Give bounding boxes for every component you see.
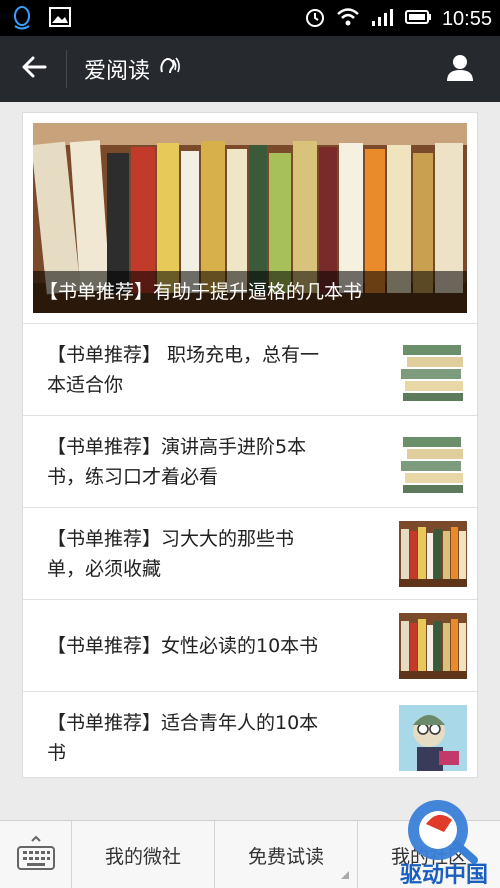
book-stack-thumbnail (399, 429, 467, 495)
status-bar: 10:55 (0, 0, 500, 36)
article-title: 【书单推荐】 职场充电，总有一 本适合你 (47, 344, 320, 396)
list-item[interactable]: 【书单推荐】女性必读的10本书 (23, 599, 479, 691)
alarm-icon (304, 6, 326, 32)
tab-free-trial[interactable]: 免费试读 (215, 821, 358, 888)
keyboard-icon (14, 833, 58, 877)
list-item[interactable]: 【书单推荐】演讲高手进阶5本 书，练习口才着必看 (23, 415, 479, 507)
profile-icon (445, 52, 475, 86)
page-title: 爱阅读 (84, 53, 180, 85)
back-arrow-icon (21, 56, 47, 82)
article-title: 【书单推荐】演讲高手进阶5本 书，练习口才着必看 (47, 436, 307, 488)
feature-article[interactable]: 【书单推荐】有助于提升逼格的几本书 (33, 123, 467, 313)
bookshelf-thumbnail (399, 613, 467, 679)
cartoon-thumbnail (399, 705, 467, 771)
back-button[interactable] (14, 50, 54, 88)
keyboard-toggle-button[interactable] (0, 821, 72, 888)
watermark-text: 驱动中国 (400, 863, 488, 888)
battery-icon (404, 9, 432, 29)
status-time: 10:55 (441, 7, 492, 30)
book-stack-thumbnail (399, 337, 467, 403)
page-title-text: 爱阅读 (84, 59, 151, 84)
list-item[interactable]: 【书单推荐】适合青年人的10本书 (23, 691, 479, 783)
list-item[interactable]: 【书单推荐】 职场充电，总有一 本适合你 (23, 323, 479, 415)
profile-button[interactable] (440, 50, 480, 88)
submenu-indicator-icon (341, 871, 349, 879)
article-list: 【书单推荐】 职场充电，总有一 本适合你 【书单推荐】演讲高手进阶5本 书，练习口才… (23, 323, 479, 783)
article-feed-card: 【书单推荐】有助于提升逼格的几本书 【书单推荐】 职场充电，总有一 本适合你 【书… (22, 112, 479, 778)
signal-icon (370, 7, 394, 31)
nav-divider (66, 50, 67, 88)
bookshelf-thumbnail (399, 521, 467, 587)
tab-my-weishe[interactable]: 我的微社 (72, 821, 215, 888)
feature-caption: 【书单推荐】有助于提升逼格的几本书 (33, 271, 467, 313)
qq-icon (12, 6, 32, 34)
voice-listen-icon[interactable] (158, 56, 180, 82)
article-title: 【书单推荐】适合青年人的10本书 (47, 712, 319, 764)
watermark-logo: 驱动中国 (394, 788, 500, 888)
nav-bar: 爱阅读 (0, 36, 500, 102)
list-item[interactable]: 【书单推荐】习大大的那些书 单，必须收藏 (23, 507, 479, 599)
wifi-icon (336, 7, 360, 31)
image-notification-icon (48, 6, 72, 34)
article-title: 【书单推荐】习大大的那些书 单，必须收藏 (47, 528, 295, 580)
article-title: 【书单推荐】女性必读的10本书 (47, 635, 319, 657)
